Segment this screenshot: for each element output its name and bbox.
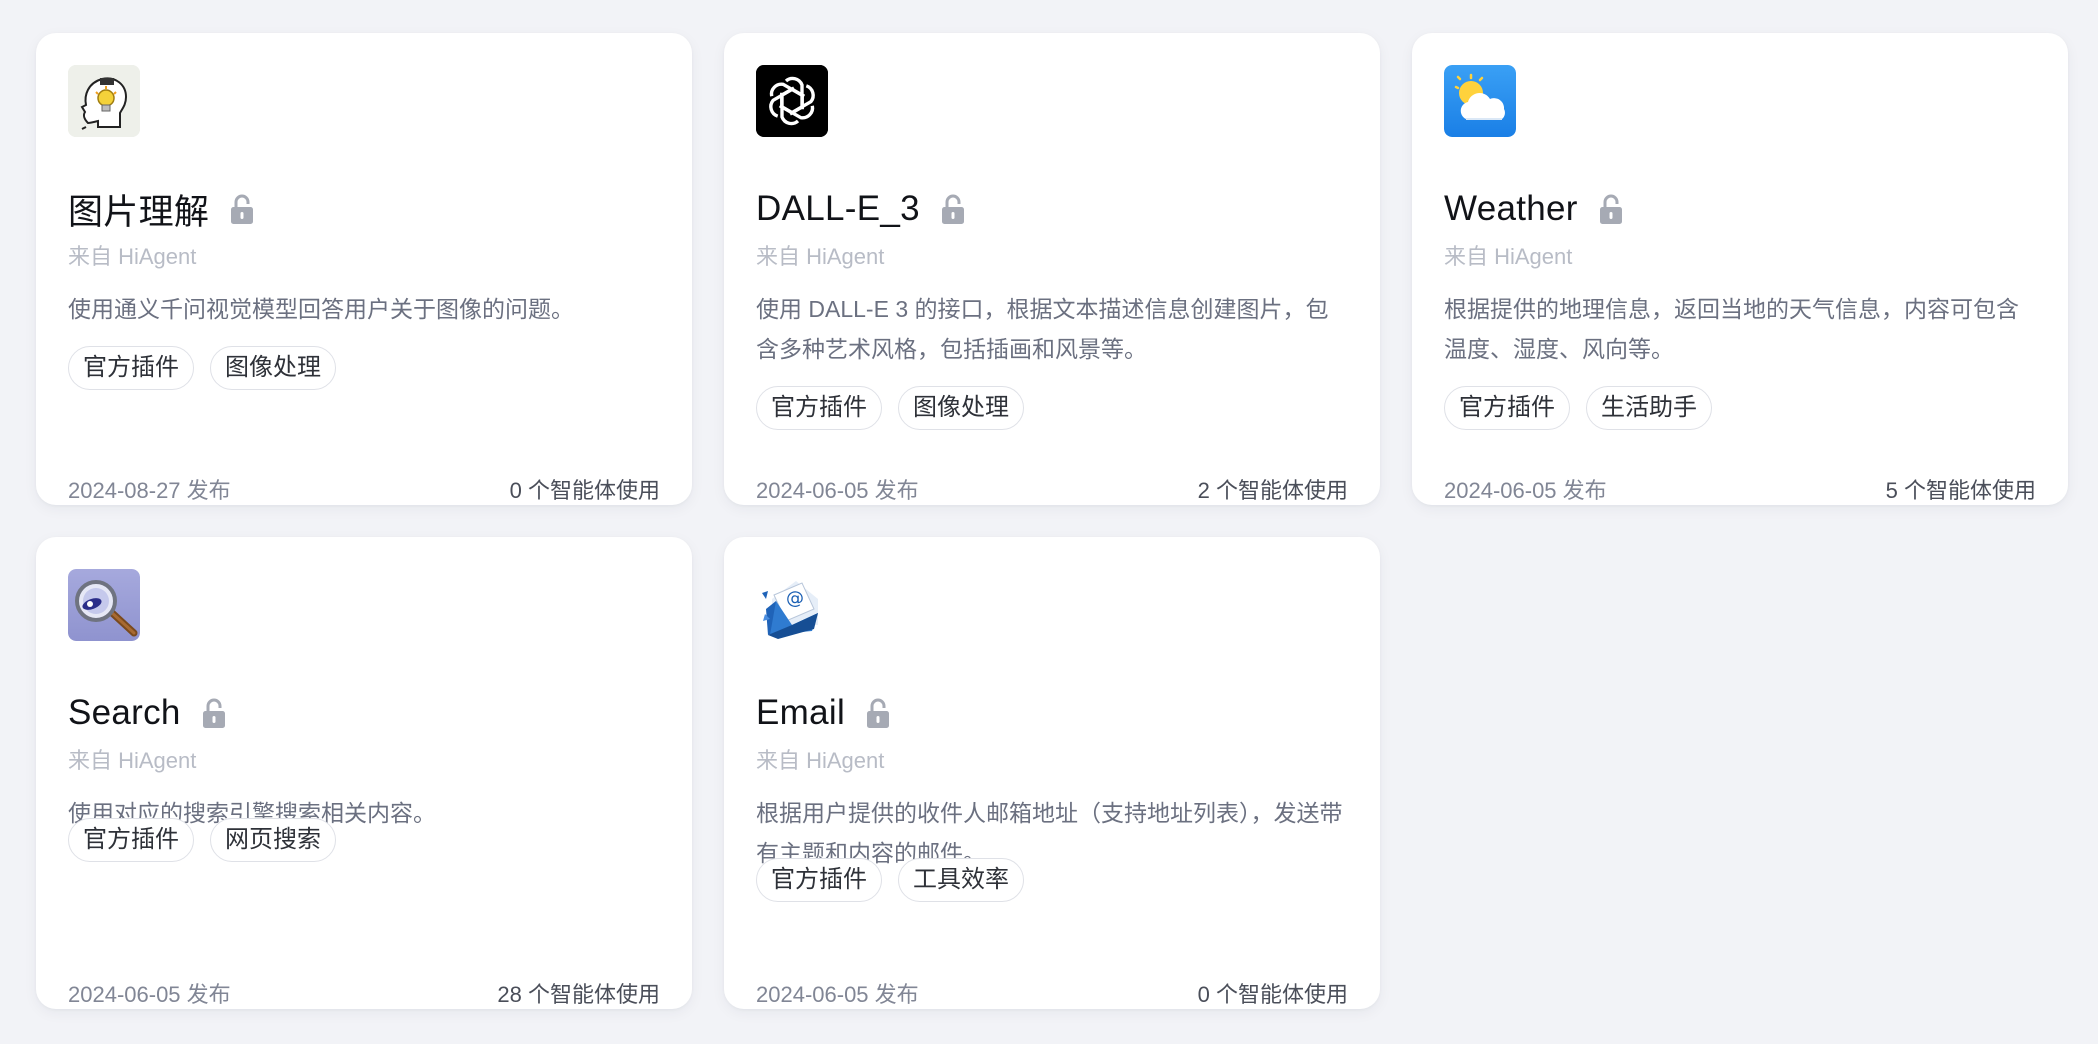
publish-date: 2024-06-05 发布 — [756, 478, 919, 503]
publish-date: 2024-06-05 发布 — [68, 982, 231, 1007]
plugin-source: 来自 HiAgent — [756, 244, 885, 269]
publish-date: 2024-06-05 发布 — [1444, 478, 1607, 503]
tag-category: 生活助手 — [1586, 386, 1712, 430]
lightbulb-head-icon — [68, 65, 140, 137]
usage-count: 0 个智能体使用 — [1197, 982, 1348, 1007]
tag-official-plugin: 官方插件 — [68, 818, 194, 862]
tag-category: 工具效率 — [898, 858, 1024, 902]
tag-category: 图像处理 — [210, 346, 336, 390]
tag-list: 官方插件 生活助手 — [1444, 386, 1712, 430]
plugin-source: 来自 HiAgent — [1444, 244, 1573, 269]
plugin-card-dall-e-3[interactable]: DALL-E_3 来自 HiAgent 使用 DALL-E 3 的接口，根据文本… — [724, 33, 1380, 505]
plugin-source: 来自 HiAgent — [756, 748, 885, 773]
tag-list: 官方插件 工具效率 — [756, 858, 1024, 902]
plugin-card-image-understanding[interactable]: 图片理解 来自 HiAgent 使用通义千问视觉模型回答用户关于图像的问题。 官… — [36, 33, 692, 505]
publish-date: 2024-06-05 发布 — [756, 982, 919, 1007]
plugin-card-search[interactable]: Search 来自 HiAgent 使用对应的搜索引擎搜索相关内容。 官方插件 … — [36, 537, 692, 1009]
plugin-card-weather[interactable]: Weather 来自 HiAgent 根据提供的地理信息，返回当地的天气信息，内… — [1412, 33, 2068, 505]
plugin-card-email[interactable]: @ Email 来自 HiAgent 根据用户提供的收件人邮箱地址（支持地址列表… — [724, 537, 1380, 1009]
tag-official-plugin: 官方插件 — [68, 346, 194, 390]
tag-category: 网页搜索 — [210, 818, 336, 862]
plugin-description: 根据提供的地理信息，返回当地的天气信息，内容可包含温度、湿度、风向等。 — [1444, 296, 2019, 362]
tag-official-plugin: 官方插件 — [1444, 386, 1570, 430]
plugin-title: Weather — [1444, 189, 1578, 228]
plugin-title: 图片理解 — [68, 192, 210, 232]
openai-logo-icon — [756, 65, 828, 137]
email-envelope-icon: @ — [756, 569, 828, 641]
tag-list: 官方插件 网页搜索 — [68, 818, 336, 862]
usage-count: 5 个智能体使用 — [1885, 478, 2036, 503]
plugin-source: 来自 HiAgent — [68, 244, 197, 269]
tag-category: 图像处理 — [898, 386, 1024, 430]
lock-icon — [202, 698, 225, 728]
tag-list: 官方插件 图像处理 — [756, 386, 1024, 430]
tag-official-plugin: 官方插件 — [756, 386, 882, 430]
weather-sun-cloud-icon — [1444, 65, 1516, 137]
lock-icon — [941, 194, 964, 224]
usage-count: 2 个智能体使用 — [1197, 478, 1348, 503]
plugin-description: 使用通义千问视觉模型回答用户关于图像的问题。 — [68, 296, 574, 322]
plugin-title: Email — [756, 693, 846, 732]
lock-icon — [867, 698, 890, 728]
plugin-description: 使用 DALL-E 3 的接口，根据文本描述信息创建图片，包含多种艺术风格，包括… — [756, 296, 1329, 362]
lock-icon — [231, 194, 254, 224]
magnifier-search-icon — [68, 569, 140, 641]
tag-official-plugin: 官方插件 — [756, 858, 882, 902]
plugin-title: DALL-E_3 — [756, 189, 920, 228]
usage-count: 28 个智能体使用 — [497, 982, 660, 1007]
plugin-title: Search — [68, 693, 181, 732]
tag-list: 官方插件 图像处理 — [68, 346, 336, 390]
lock-icon — [1599, 194, 1622, 224]
publish-date: 2024-08-27 发布 — [68, 478, 231, 503]
usage-count: 0 个智能体使用 — [509, 478, 660, 503]
svg-text:@: @ — [786, 588, 804, 609]
plugin-source: 来自 HiAgent — [68, 748, 197, 773]
